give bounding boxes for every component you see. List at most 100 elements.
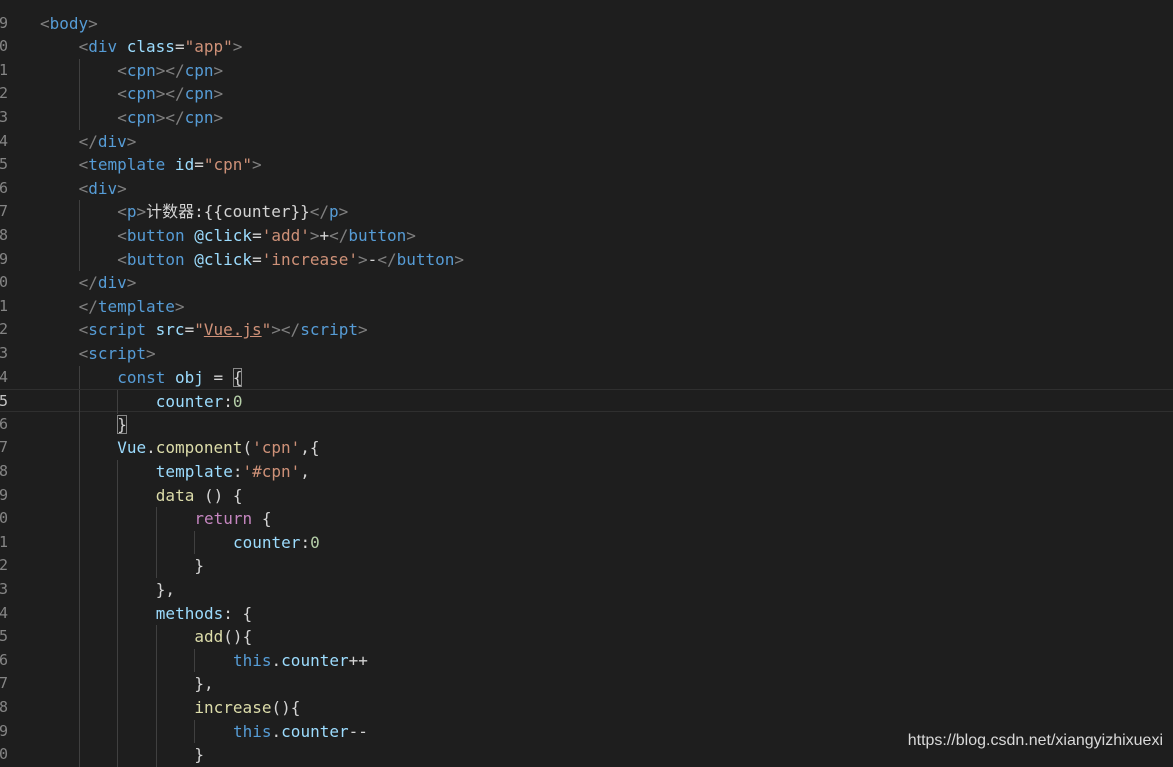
code-text[interactable]: <cpn></cpn>	[117, 59, 223, 82]
code-token: 'add'	[261, 226, 310, 245]
code-text[interactable]: <cpn></cpn>	[117, 82, 223, 105]
code-text[interactable]: this.counter++	[233, 649, 368, 672]
code-text[interactable]: Vue.component('cpn',{	[117, 436, 319, 459]
indent-guide	[194, 719, 196, 744]
code-line[interactable]: 6 this.counter++	[0, 648, 1173, 673]
code-token: >	[213, 84, 224, 104]
code-text[interactable]: }	[117, 413, 127, 436]
code-line[interactable]: 9 <button @click='increase'>-</button>	[0, 247, 1173, 272]
code-token: >	[338, 202, 349, 222]
indent-guide	[78, 601, 80, 626]
code-line[interactable]: 1 <cpn></cpn>	[0, 58, 1173, 83]
code-token: <	[117, 108, 127, 127]
code-text[interactable]: add(){	[194, 625, 252, 648]
code-text[interactable]: return {	[194, 507, 271, 530]
code-line[interactable]: 6 <div>	[0, 177, 1173, 200]
code-text[interactable]: <div class="app">	[79, 35, 243, 58]
code-text[interactable]: increase(){	[194, 696, 300, 719]
code-token: (){	[271, 698, 301, 717]
code-token: counter	[155, 392, 224, 412]
line-number: 9	[0, 721, 8, 740]
code-line[interactable]: 3},	[0, 578, 1173, 602]
code-line[interactable]: 6}	[0, 412, 1173, 437]
code-text[interactable]: methods: {	[156, 602, 252, 625]
code-text[interactable]: counter:0	[233, 531, 320, 554]
code-line[interactable]: 5 counter:0	[0, 389, 1173, 414]
line-number: 0	[0, 273, 8, 292]
code-token: ></	[155, 60, 185, 80]
code-text[interactable]: <p>计数器:{{counter}}</p>	[117, 200, 348, 223]
code-text[interactable]: data () {	[156, 484, 243, 507]
code-line[interactable]: 7},	[0, 672, 1173, 696]
code-text[interactable]: const obj = {	[117, 366, 243, 389]
code-text[interactable]: <template id="cpn">	[79, 153, 262, 176]
code-token: methods	[155, 603, 224, 623]
line-number: 6	[0, 650, 8, 669]
code-token: id	[165, 155, 195, 175]
code-text[interactable]: <cpn></cpn>	[117, 106, 223, 129]
code-text[interactable]: },	[156, 578, 175, 601]
code-text[interactable]: }	[194, 743, 204, 766]
code-line[interactable]: 9 <body>	[0, 12, 1173, 35]
code-line[interactable]: 7 <p>计数器:{{counter}}</p>	[0, 200, 1173, 224]
code-line[interactable]: 5 add(){	[0, 625, 1173, 649]
code-text[interactable]: <script src="Vue.js"></script>	[79, 318, 368, 341]
code-line[interactable]: 8 <button @click='add'>+</button>	[0, 224, 1173, 248]
code-line[interactable]: 9 data () {	[0, 483, 1173, 508]
code-text[interactable]: template:'#cpn',	[156, 460, 310, 483]
code-line[interactable]: 0 return {	[0, 507, 1173, 531]
code-token: >	[232, 37, 243, 57]
code-token: @click	[184, 226, 253, 245]
code-line[interactable]: 3 <script>	[0, 342, 1173, 365]
code-line[interactable]: 4 methods: {	[0, 601, 1173, 626]
code-line[interactable]: 0 </div>	[0, 271, 1173, 294]
code-line[interactable]: 7 Vue.component('cpn',{	[0, 436, 1173, 460]
code-editor[interactable]: 9 <body> 0 <div class="app"> 1 <cpn></cpn> 2 <c…	[0, 0, 1173, 767]
code-token: this	[233, 721, 272, 741]
code-line[interactable]: 2 <script src="Vue.js"></script>	[0, 318, 1173, 341]
code-line[interactable]: 4 const obj = {	[0, 365, 1173, 390]
code-line[interactable]: 4 </div>	[0, 130, 1173, 153]
code-token: >	[174, 296, 185, 316]
code-text[interactable]: </div>	[79, 271, 137, 294]
code-token: script	[88, 320, 147, 340]
code-token: const	[117, 367, 166, 387]
code-token: cpn	[184, 108, 214, 127]
code-line[interactable]: 8 template:'#cpn',	[0, 460, 1173, 484]
code-token: "app"	[184, 37, 233, 57]
code-token: }	[194, 745, 205, 765]
code-text[interactable]: <button @click='add'>+</button>	[117, 224, 416, 247]
code-text[interactable]: </template>	[79, 295, 185, 318]
code-line[interactable]: 0 <div class="app">	[0, 35, 1173, 58]
indent-guide	[78, 696, 80, 720]
code-text[interactable]: </div>	[79, 130, 137, 153]
code-line[interactable]: 8 increase(){	[0, 696, 1173, 720]
code-token: </	[78, 273, 98, 293]
line-number: 4	[0, 131, 8, 150]
code-line[interactable]	[0, 0, 1173, 11]
indent-guide	[78, 200, 80, 224]
code-token: <	[78, 155, 89, 175]
code-text[interactable]: },	[194, 672, 213, 695]
code-text[interactable]: <button @click='increase'>-</button>	[117, 248, 464, 271]
code-line[interactable]: 2 <cpn></cpn>	[0, 82, 1173, 106]
code-text[interactable]: <body>	[40, 12, 98, 35]
code-text[interactable]: <script>	[79, 342, 156, 365]
code-text[interactable]: }	[194, 554, 204, 577]
code-line[interactable]: 1 counter:0	[0, 530, 1173, 555]
code-token: cpn	[184, 84, 214, 104]
indent-guide	[78, 436, 80, 460]
code-line[interactable]: 3 <cpn></cpn>	[0, 106, 1173, 130]
code-line[interactable]: 5 <template id="cpn">	[0, 153, 1173, 176]
indent-guide	[78, 82, 80, 106]
code-text[interactable]: <div>	[79, 177, 127, 200]
line-number: 0	[0, 37, 8, 56]
line-number: 2	[0, 84, 8, 103]
code-token: return	[194, 509, 253, 529]
code-line[interactable]: 2}	[0, 554, 1173, 578]
code-token: ></	[155, 108, 185, 127]
code-text[interactable]: counter:0	[156, 390, 243, 413]
line-number: 5	[0, 627, 8, 646]
code-line[interactable]: 1 </template>	[0, 295, 1173, 318]
code-text[interactable]: this.counter--	[233, 720, 368, 743]
